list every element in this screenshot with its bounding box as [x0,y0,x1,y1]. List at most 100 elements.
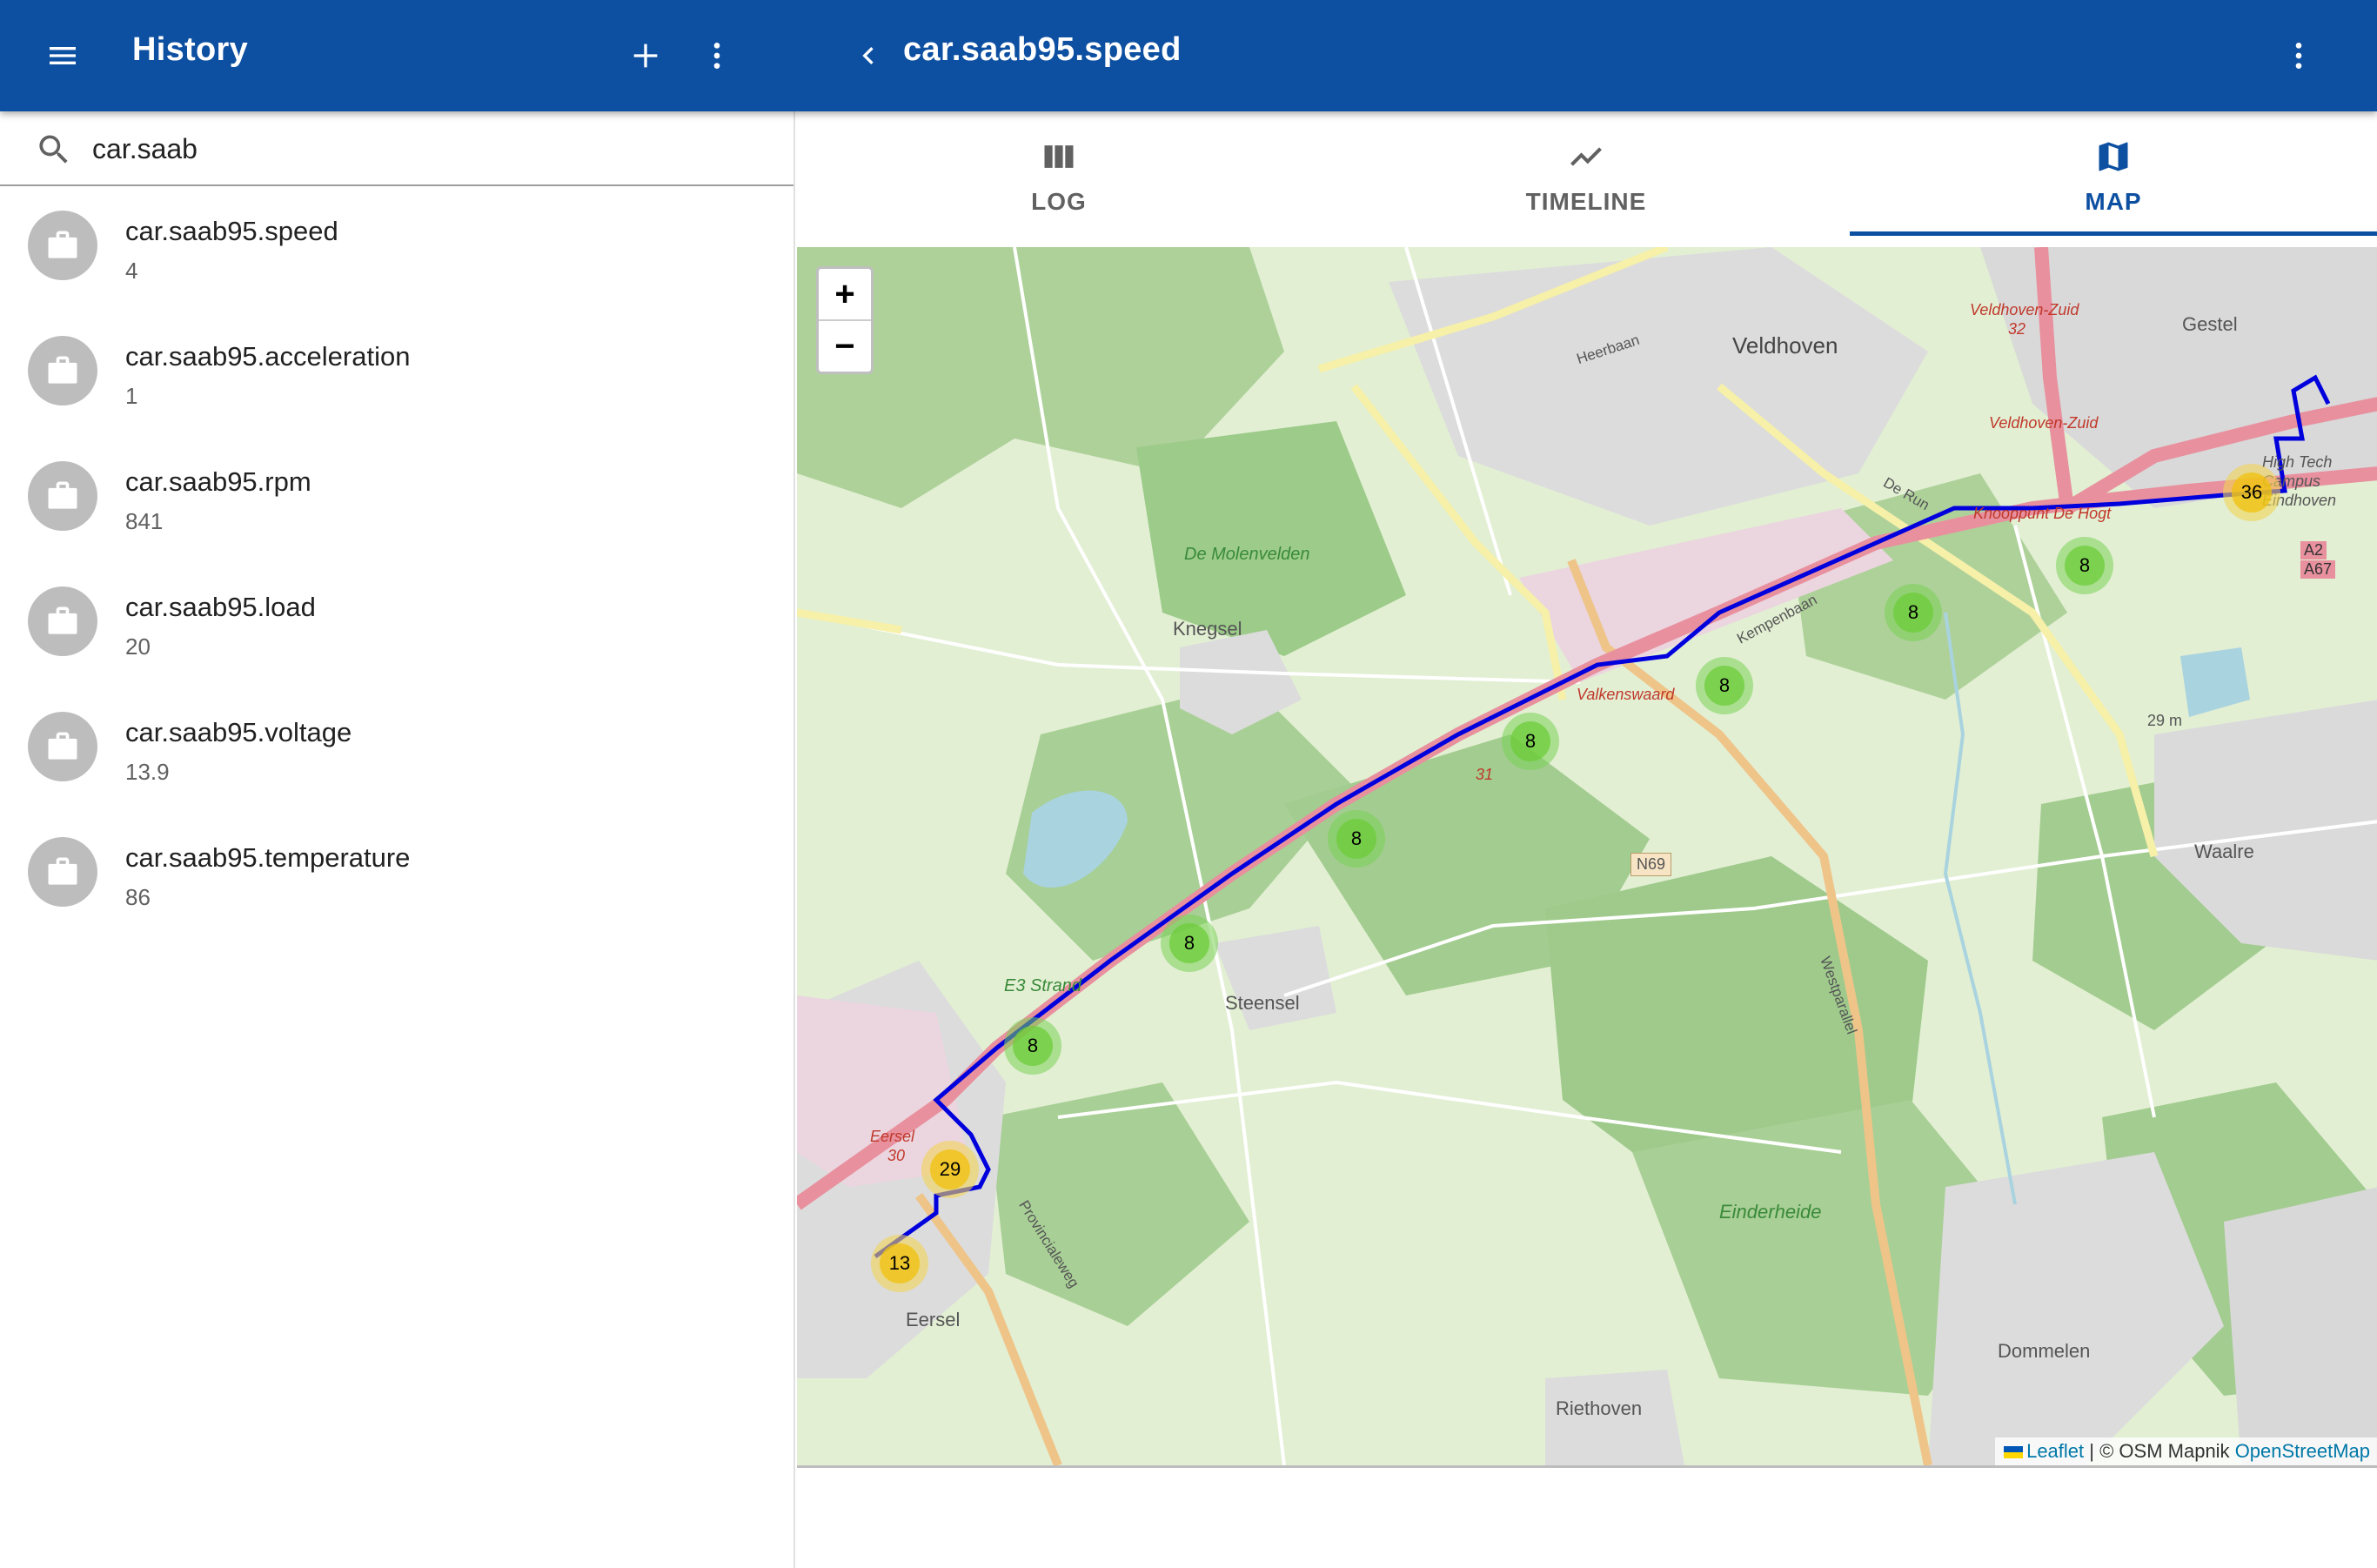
briefcase-icon [48,231,77,258]
cluster-count: 29 [930,1149,970,1189]
list-item[interactable]: car.saab95.rpm 841 [0,449,793,574]
elevation-label: 29 m [2147,712,2183,729]
more-vert-icon [713,43,720,69]
list-item[interactable]: car.saab95.temperature 86 [0,825,793,950]
item-value: 20 [125,633,151,660]
briefcase-icon [48,732,77,760]
map-cluster-marker[interactable]: 8 [1696,657,1753,714]
place-label: Valkenswaard [1577,686,1675,703]
briefcase-icon [48,606,77,634]
briefcase-icon [48,356,77,384]
avatar [28,837,97,907]
map-cluster-marker[interactable]: 8 [1502,713,1559,770]
map-cluster-marker[interactable]: 36 [2223,464,2280,521]
view-tabs: LOG TIMELINE MAP [795,111,2377,247]
add-button[interactable] [616,26,675,85]
zoom-in-button[interactable]: + [819,269,871,319]
item-value: 1 [125,383,138,409]
map-cluster-marker[interactable]: 13 [871,1235,928,1292]
item-title: car.saab95.rpm [125,466,311,497]
road-label: A2 [2300,541,2327,560]
detail-more-button[interactable] [2269,26,2328,85]
place-label: Eersel [870,1128,915,1145]
map-icon [2099,142,2128,171]
map-cluster-marker[interactable]: 8 [2056,537,2113,594]
history-title: History [132,31,249,68]
item-title: car.saab95.temperature [125,842,411,873]
cluster-count: 36 [2232,472,2272,513]
cluster-count: 8 [1704,666,1744,706]
search-icon [39,135,68,164]
place-label: Einderheide [1719,1201,1822,1223]
list-item[interactable]: car.saab95.speed 4 [0,198,793,324]
place-label: Knooppunt De Hogt [1973,505,2112,522]
item-value: 841 [125,508,164,534]
cluster-count: 8 [2065,546,2105,586]
tab-label: MAP [2085,188,2142,215]
chevron-left-icon [862,47,874,64]
place-label: 31 [1476,766,1494,783]
more-vert-icon [2295,43,2302,69]
search-bar [0,111,793,186]
tab-timeline[interactable]: TIMELINE [1322,111,1850,238]
list-item[interactable]: car.saab95.voltage 13.9 [0,700,793,825]
briefcase-icon [48,857,77,885]
place-label: 32 [2008,320,2026,338]
cluster-count: 8 [1893,593,1933,633]
active-tab-indicator [1850,231,2377,236]
tab-map[interactable]: MAP [1850,111,2377,238]
map-tiles [797,247,2377,1465]
tab-log[interactable]: LOG [795,111,1322,238]
leaflet-link[interactable]: Leaflet [2026,1440,2084,1462]
item-title: car.saab95.load [125,592,316,622]
search-input[interactable] [90,127,755,171]
columns-icon [1044,145,1074,168]
history-more-button[interactable] [687,26,747,85]
back-button[interactable] [839,26,898,85]
tab-label: TIMELINE [1525,188,1647,215]
place-label: Waalre [2194,841,2254,862]
road-label: A67 [2300,560,2336,579]
avatar [28,461,97,531]
item-title: car.saab95.acceleration [125,341,411,372]
map-cluster-marker[interactable]: 8 [1004,1017,1061,1075]
flag-icon [2004,1446,2024,1459]
place-label: Steensel [1225,992,1300,1014]
place-label: E3 Strand [1004,976,1081,995]
item-title: car.saab95.speed [125,216,338,246]
briefcase-icon [48,481,77,509]
openstreetmap-link[interactable]: OpenStreetMap [2235,1440,2370,1462]
trend-icon [1570,147,1602,166]
menu-icon [50,47,76,64]
map-cluster-marker[interactable]: 8 [1328,810,1385,868]
avatar [28,211,97,280]
place-label: Veldhoven-Zuid [1970,301,2079,318]
detail-title: car.saab95.speed [903,31,1182,68]
place-label: Knegsel [1173,618,1242,640]
map-view[interactable]: Veldhoven Gestel Knegsel Steensel Eersel… [797,247,2377,1468]
item-title: car.saab95.voltage [125,717,352,747]
zoom-control: + − [816,266,874,374]
list-item[interactable]: car.saab95.load 20 [0,574,793,700]
history-list-panel: car.saab95.speed 4 car.saab95.accelerati… [0,111,793,1568]
attribution-separator: | [2089,1440,2100,1462]
zoom-out-button[interactable]: − [819,321,871,372]
map-cluster-marker[interactable]: 8 [1161,915,1218,972]
cluster-count: 8 [1510,721,1550,761]
map-cluster-marker[interactable]: 29 [921,1141,979,1198]
plus-icon [633,44,658,68]
app-bar: History car.saab95.speed [0,0,2377,111]
map-cluster-marker[interactable]: 8 [1885,584,1942,641]
item-value: 86 [125,884,151,910]
item-value: 13.9 [125,759,170,785]
avatar [28,586,97,656]
cluster-count: 13 [880,1243,920,1283]
item-value: 4 [125,258,138,284]
place-label: Veldhoven [1732,332,1838,358]
cluster-count: 8 [1169,923,1209,963]
avatar [28,712,97,781]
list-item[interactable]: car.saab95.acceleration 1 [0,324,793,449]
menu-button[interactable] [33,26,92,85]
cluster-count: 8 [1013,1026,1053,1066]
detail-panel: LOG TIMELINE MAP Veldhoven Gestel Knegse… [793,111,2377,1568]
